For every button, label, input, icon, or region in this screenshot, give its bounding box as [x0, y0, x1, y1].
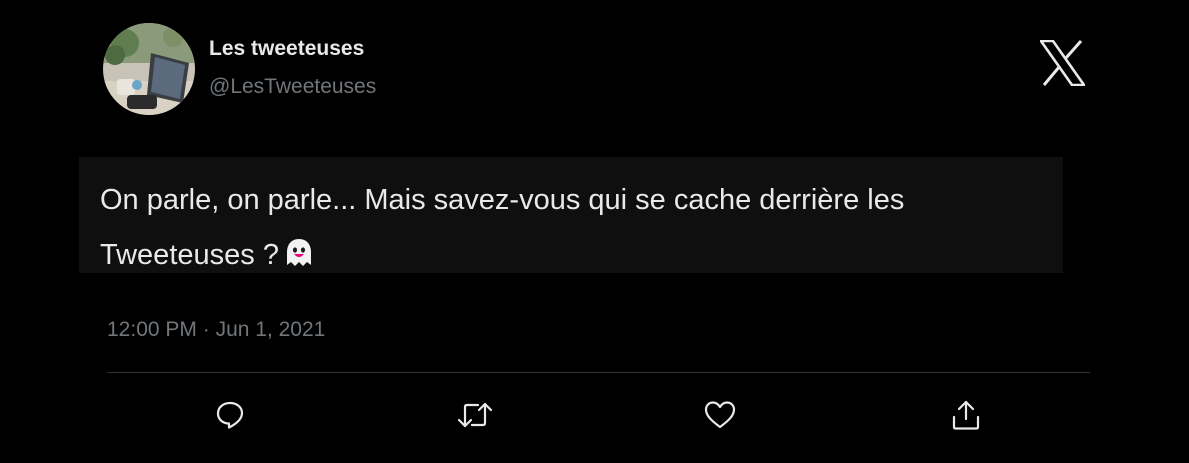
- ghost-icon: [283, 233, 315, 288]
- avatar-image: [103, 23, 195, 115]
- share-icon: [952, 400, 980, 430]
- action-bar: [0, 393, 1189, 437]
- avatar[interactable]: [103, 23, 195, 115]
- tweet-body: On parle, on parle... Mais savez-vous qu…: [79, 157, 1063, 273]
- x-logo-icon[interactable]: [1038, 39, 1087, 87]
- reply-icon: [216, 401, 244, 429]
- retweet-button[interactable]: [453, 393, 497, 437]
- retweet-icon: [457, 402, 493, 428]
- timestamp-separator: ·: [202, 318, 210, 341]
- tweet-card: Les tweeteuses @LesTweeteuses On parle, …: [0, 0, 1189, 463]
- author-name[interactable]: Les tweeteuses: [209, 37, 364, 61]
- heart-icon: [704, 401, 736, 429]
- divider: [107, 372, 1090, 373]
- like-button[interactable]: [698, 393, 742, 437]
- reply-button[interactable]: [208, 393, 252, 437]
- tweet-text-line: On parle, on parle... Mais savez-vous qu…: [100, 173, 1041, 288]
- share-button[interactable]: [944, 393, 988, 437]
- tweet-text: On parle, on parle... Mais savez-vous qu…: [100, 184, 905, 271]
- author-handle[interactable]: @LesTweeteuses: [209, 75, 376, 99]
- tweet-date[interactable]: Jun 1, 2021: [216, 318, 326, 341]
- tweet-time[interactable]: 12:00 PM: [107, 318, 197, 341]
- tweet-timestamp: 12:00 PM · Jun 1, 2021: [107, 318, 325, 342]
